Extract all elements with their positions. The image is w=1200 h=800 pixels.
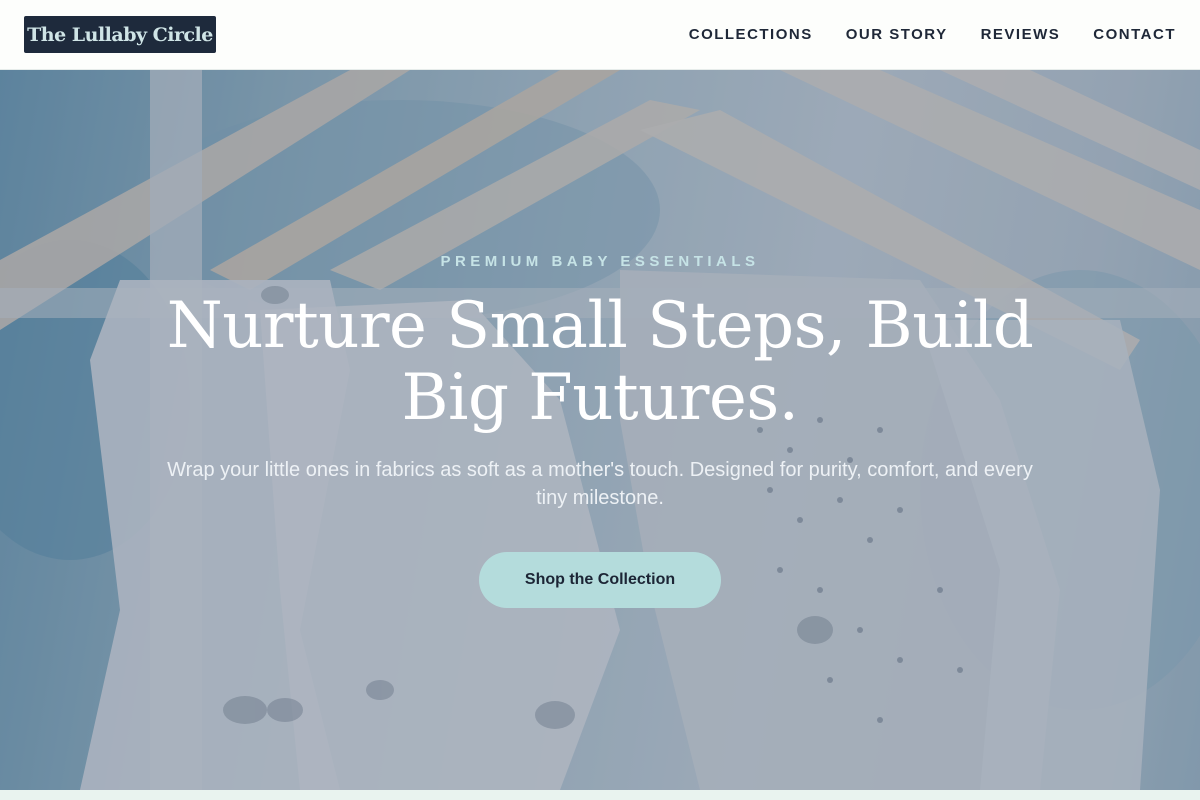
hero-headline: Nurture Small Steps, Build Big Futures. xyxy=(166,289,1034,435)
site-header: The Lullaby Circle COLLECTIONS OUR STORY… xyxy=(0,0,1200,70)
main-nav: COLLECTIONS OUR STORY REVIEWS CONTACT xyxy=(689,26,1176,43)
nav-link-collections[interactable]: COLLECTIONS xyxy=(689,26,813,43)
hero-section: PREMIUM BABY ESSENTIALS Nurture Small St… xyxy=(0,70,1200,790)
nav-link-our-story[interactable]: OUR STORY xyxy=(846,26,948,43)
hero-eyebrow: PREMIUM BABY ESSENTIALS xyxy=(440,253,760,270)
hero-content: PREMIUM BABY ESSENTIALS Nurture Small St… xyxy=(0,70,1200,790)
logo[interactable]: The Lullaby Circle xyxy=(24,16,216,53)
nav-link-contact[interactable]: CONTACT xyxy=(1093,26,1176,43)
next-section-edge xyxy=(0,790,1200,800)
shop-collection-button[interactable]: Shop the Collection xyxy=(479,552,721,608)
nav-link-reviews[interactable]: REVIEWS xyxy=(981,26,1061,43)
hero-subtext: Wrap your little ones in fabrics as soft… xyxy=(167,459,1033,509)
